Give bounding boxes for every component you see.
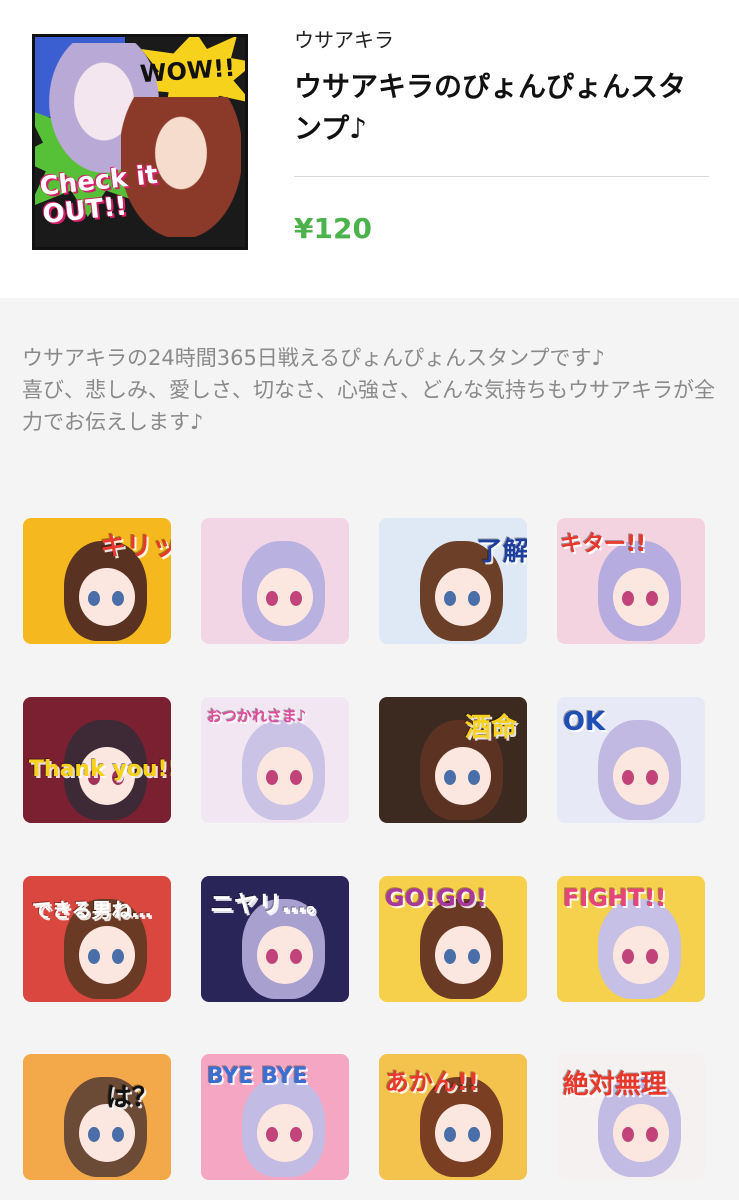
sticker-character-eye: [266, 1127, 278, 1143]
sticker-caption: できる男ね…: [31, 897, 152, 922]
sticker-character-eye: [88, 1127, 100, 1143]
sticker-character-eye: [645, 1127, 658, 1143]
sticker-tile[interactable]: 絶対無理: [557, 1054, 705, 1180]
sticker-character-eye: [467, 770, 480, 786]
sticker-tile[interactable]: BYE BYE: [201, 1054, 349, 1180]
sticker-caption: キリッ: [99, 531, 171, 562]
sticker-tile[interactable]: Thank you!!: [23, 697, 171, 823]
sticker-tile[interactable]: FIGHT!!: [557, 876, 705, 1002]
sticker-character-eye: [289, 770, 302, 786]
sticker-character-eye: [88, 949, 100, 965]
sticker-tile[interactable]: キター!!: [557, 518, 705, 644]
sticker-character-eye: [645, 770, 658, 786]
sticker-caption: は？: [105, 1082, 158, 1113]
sticker-character-eye: [467, 949, 480, 965]
sticker-character-eye: [645, 591, 658, 607]
sticker-tile[interactable]: 酒命: [379, 697, 527, 823]
sticker-character-eye: [289, 591, 302, 607]
sticker-tile[interactable]: は？: [23, 1054, 171, 1180]
sticker-caption: BYE BYE: [206, 1064, 308, 1090]
sticker-caption: おつかれさま♪: [206, 706, 307, 725]
sticker-character-eye: [266, 770, 278, 786]
sticker-character-eye: [266, 591, 278, 607]
sticker-character-eye: [88, 591, 100, 607]
sticker-character-eye: [467, 591, 480, 607]
sticker-character-eye: [266, 949, 278, 965]
sticker-tile[interactable]: ニヤリ…。: [201, 876, 349, 1002]
sticker-tile[interactable]: [201, 518, 349, 644]
sticker-tile[interactable]: キリッ: [23, 518, 171, 644]
sticker-character-eye: [467, 1127, 480, 1143]
sticker-character-eye: [444, 1127, 456, 1143]
sticker-tile[interactable]: できる男ね…: [23, 876, 171, 1002]
sticker-character-eye: [622, 1127, 634, 1143]
sticker-character-eye: [622, 949, 634, 965]
sticker-character-eye: [289, 949, 302, 965]
sticker-caption: 酒命: [464, 713, 517, 744]
sticker-character-eye: [444, 770, 456, 786]
sticker-character-eye: [645, 949, 658, 965]
sticker-caption: Thank you!!: [28, 757, 171, 783]
sticker-caption: 了解♪: [476, 536, 527, 567]
sticker-character-eye: [111, 949, 124, 965]
sticker-character-eye: [622, 770, 634, 786]
sticker-character-eye: [111, 591, 124, 607]
sticker-character-eye: [622, 591, 634, 607]
sticker-caption: GO!GO!: [384, 883, 487, 912]
sticker-caption: OK: [562, 707, 606, 738]
sticker-caption: キター!!: [559, 531, 647, 557]
sticker-tile[interactable]: おつかれさま♪: [201, 697, 349, 823]
sticker-caption: あかん!!: [384, 1067, 479, 1096]
sticker-tile[interactable]: GO!GO!: [379, 876, 527, 1002]
sticker-character-eye: [289, 1127, 302, 1143]
sticker-character-eye: [444, 949, 456, 965]
sticker-caption: 絶対無理: [562, 1070, 667, 1101]
sticker-grid: キリッ 了解♪ キター!! Thank you!! おつかれさま♪ 酒命 OK できる男ね… ニ…: [0, 0, 739, 1200]
sticker-caption: ニヤリ…。: [209, 889, 330, 918]
sticker-tile[interactable]: OK: [557, 697, 705, 823]
sticker-caption: FIGHT!!: [562, 883, 667, 912]
sticker-tile[interactable]: 了解♪: [379, 518, 527, 644]
sticker-character-eye: [111, 1127, 124, 1143]
sticker-character-eye: [444, 591, 456, 607]
sticker-tile[interactable]: あかん!!: [379, 1054, 527, 1180]
